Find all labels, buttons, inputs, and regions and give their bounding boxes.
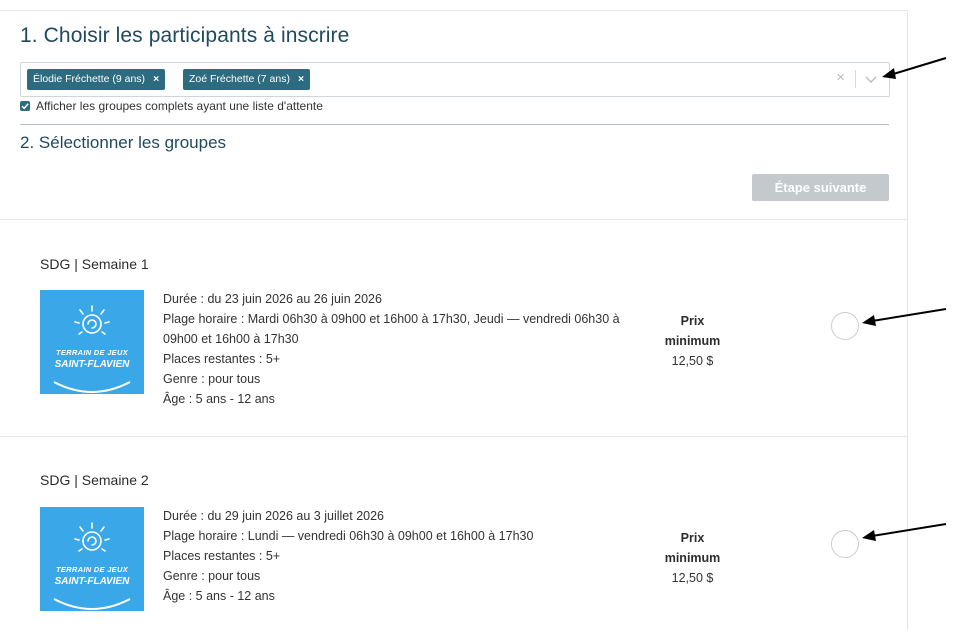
waitlist-checkbox-label: Afficher les groupes complets ayant une …: [36, 99, 323, 113]
group-select-radio[interactable]: [831, 312, 859, 340]
price-label: minimum: [664, 551, 721, 565]
group-price: Prix minimum 12,50 $: [645, 528, 740, 588]
participants-select[interactable]: Élodie Fréchette (9 ans) × Zoé Fréchette …: [20, 62, 890, 97]
section-divider: [20, 124, 889, 125]
group-schedule: Plage horaire : Mardi 06h30 à 09h00 et 1…: [163, 312, 620, 346]
price-value: 12,50 $: [671, 354, 714, 368]
group-separator: [0, 219, 907, 220]
remove-participant-icon[interactable]: ×: [153, 73, 159, 85]
waitlist-checkbox-row[interactable]: Afficher les groupes complets ayant une …: [20, 99, 323, 113]
clear-icon[interactable]: ×: [836, 69, 845, 86]
participant-chip-label: Élodie Fréchette (9 ans): [33, 73, 146, 85]
group-places: Places restantes : 5+: [163, 549, 281, 563]
group-duration: Durée : du 23 juin 2026 au 26 juin 2026: [163, 292, 382, 306]
step2-title: 2. Sélectionner les groupes: [20, 133, 227, 152]
price-label: Prix: [680, 314, 705, 328]
group-duration: Durée : du 29 juin 2026 au 3 juillet 202…: [163, 509, 384, 523]
group-age: Âge : 5 ans - 12 ans: [163, 589, 275, 603]
group-separator: [0, 436, 907, 437]
group-title: SDG | Semaine 1: [40, 256, 149, 272]
price-label: Prix: [680, 531, 705, 545]
group-title: SDG | Semaine 2: [40, 472, 149, 488]
group-details: Durée : du 29 juin 2026 au 3 juillet 202…: [163, 506, 623, 606]
participant-chip-label: Zoé Fréchette (7 ans): [189, 73, 290, 85]
arrow-annotation-icon: [882, 57, 947, 79]
select-separator: [855, 70, 856, 88]
step1-title: 1. Choisir les participants à inscrire: [20, 24, 350, 47]
arrow-annotation-icon: [862, 523, 947, 541]
remove-participant-icon[interactable]: ×: [298, 73, 304, 85]
participant-chip: Élodie Fréchette (9 ans) ×: [27, 69, 166, 90]
next-step-button[interactable]: Étape suivante: [752, 174, 889, 201]
arrow-annotation-icon: [862, 308, 947, 326]
group-gender: Genre : pour tous: [163, 372, 261, 386]
group-gender: Genre : pour tous: [163, 569, 261, 583]
sun-spiral-logo: TERRAIN DE JEUX SAINT-FLAVIEN: [40, 507, 144, 611]
group-age: Âge : 5 ans - 12 ans: [163, 392, 275, 406]
sun-spiral-logo: TERRAIN DE JEUX SAINT-FLAVIEN: [40, 290, 144, 394]
group-price: Prix minimum 12,50 $: [645, 311, 740, 371]
price-label: minimum: [664, 334, 721, 348]
group-schedule: Plage horaire : Lundi — vendredi 06h30 à…: [163, 529, 534, 543]
participant-chip: Zoé Fréchette (7 ans) ×: [183, 69, 311, 90]
group-select-radio[interactable]: [831, 530, 859, 558]
price-value: 12,50 $: [671, 571, 714, 585]
group-details: Durée : du 23 juin 2026 au 26 juin 2026 …: [163, 289, 623, 409]
checkbox-checked-icon[interactable]: [20, 101, 30, 111]
chevron-down-icon[interactable]: [863, 71, 879, 87]
group-places: Places restantes : 5+: [163, 352, 281, 366]
